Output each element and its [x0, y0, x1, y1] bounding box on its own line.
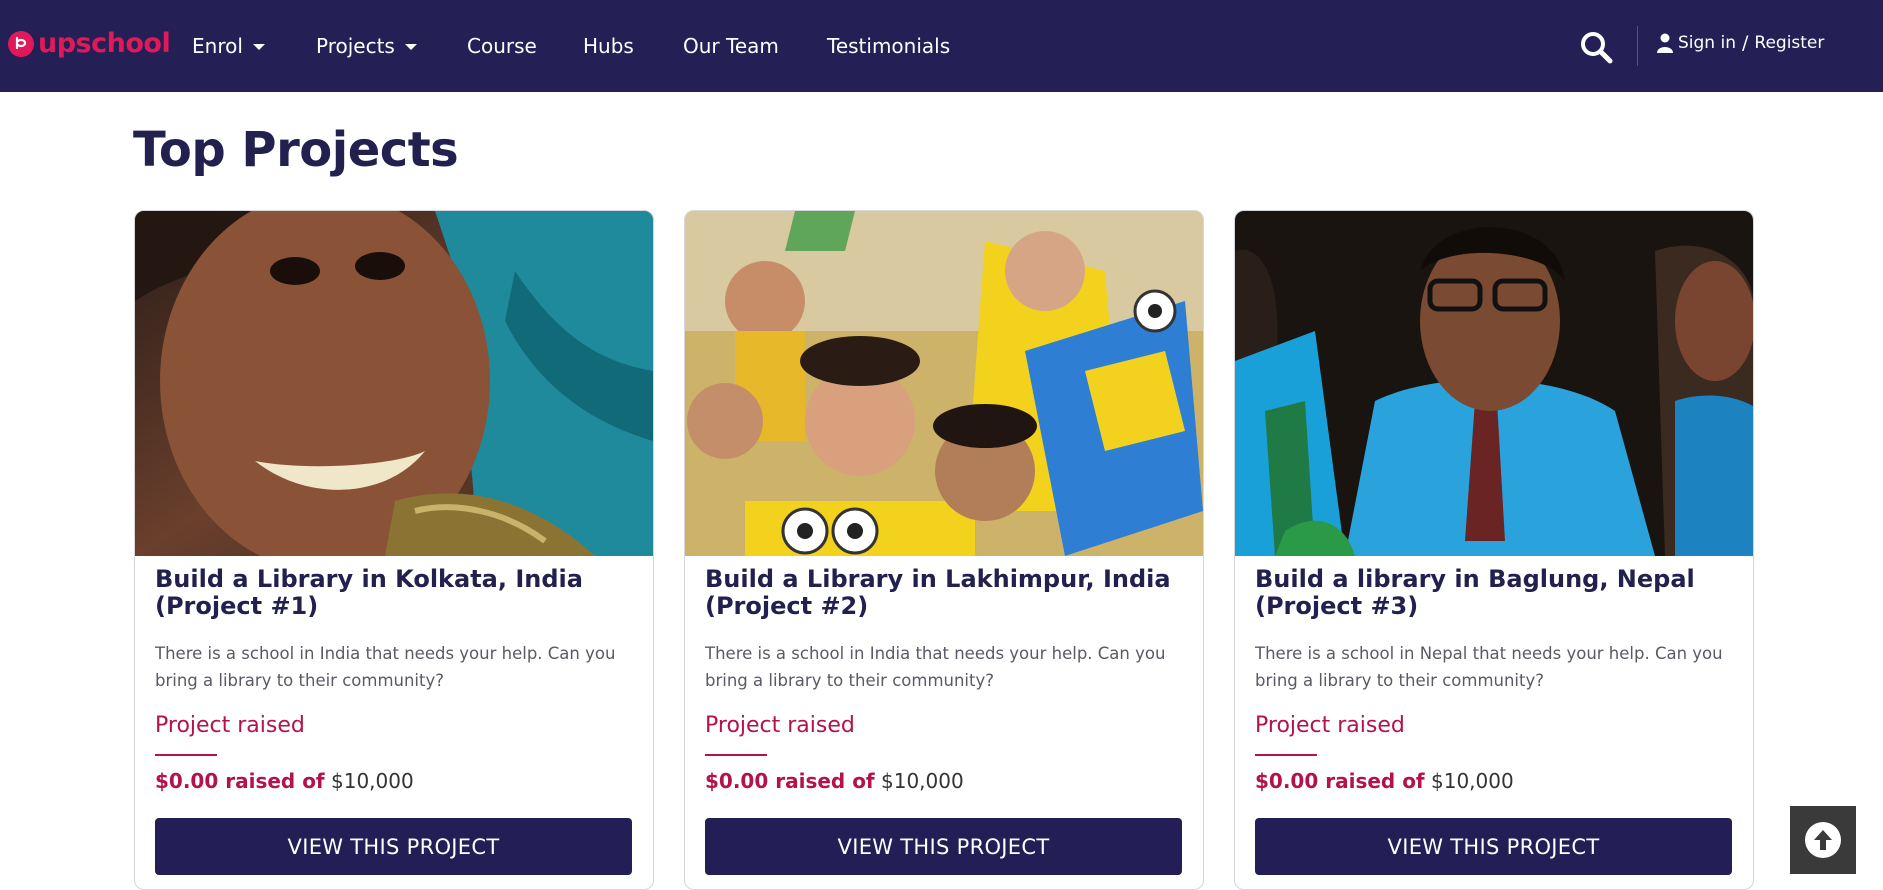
project-description: There is a school in India that needs yo… — [155, 644, 616, 690]
nav-item-enrol[interactable]: Enrol — [192, 34, 265, 58]
goal-value: $10,000 — [1431, 769, 1514, 793]
project-title[interactable]: Build a Library in Lakhimpur, India (Pro… — [705, 566, 1185, 620]
project-title[interactable]: Build a Library in Kolkata, India (Proje… — [155, 566, 635, 620]
auth-separator: / — [1741, 32, 1749, 54]
search-icon[interactable] — [1579, 30, 1613, 64]
nav-item-label: Enrol — [192, 34, 243, 58]
nav-item-label: Testimonials — [827, 34, 951, 58]
goal-value: $10,000 — [881, 769, 964, 793]
project-image — [685, 211, 1203, 556]
logo-text: upschool — [38, 28, 171, 59]
nav-item-label: Hubs — [583, 34, 634, 58]
raised-label: Project raised — [155, 713, 305, 738]
view-project-button[interactable]: VIEW THIS PROJECT — [155, 818, 632, 875]
nav-item-label: Course — [467, 34, 537, 58]
arrow-up-circle-icon — [1803, 820, 1843, 860]
nav-item-testimonials[interactable]: Testimonials — [827, 34, 950, 58]
brand-logo[interactable]: upschool — [8, 28, 171, 59]
logo-mark-icon — [8, 30, 34, 57]
raised-value: $0.00 raised of — [155, 769, 325, 793]
sign-in-link[interactable]: Sign in — [1678, 33, 1736, 53]
project-description: There is a school in Nepal that needs yo… — [1255, 644, 1723, 690]
nav-item-our-team[interactable]: Our Team — [683, 34, 779, 58]
raised-value: $0.00 raised of — [705, 769, 875, 793]
project-image — [135, 211, 653, 556]
page-title: Top Projects — [133, 122, 459, 178]
register-link[interactable]: Register — [1754, 33, 1824, 53]
raised-amount: $0.00 raised of $10,000 — [705, 769, 964, 793]
user-icon — [1657, 33, 1673, 53]
project-card: Build a Library in Lakhimpur, India (Pro… — [684, 210, 1204, 890]
nav-item-projects[interactable]: Projects — [316, 34, 417, 58]
top-navbar: upschool Enrol Projects Course Hubs Our … — [0, 0, 1883, 92]
nav-item-hubs[interactable]: Hubs — [583, 34, 634, 58]
back-to-top-button[interactable] — [1790, 806, 1856, 874]
nav-item-label: Our Team — [683, 34, 779, 58]
raised-underline — [705, 754, 767, 756]
nav-item-course[interactable]: Course — [467, 34, 537, 58]
project-image — [1235, 211, 1753, 556]
raised-amount: $0.00 raised of $10,000 — [155, 769, 414, 793]
project-description: There is a school in India that needs yo… — [705, 644, 1166, 690]
raised-underline — [155, 754, 217, 756]
auth-links: Sign in / Register — [1657, 32, 1824, 54]
project-card: Build a library in Baglung, Nepal (Proje… — [1234, 210, 1754, 890]
raised-label: Project raised — [705, 713, 855, 738]
nav-item-label: Projects — [316, 34, 395, 58]
goal-value: $10,000 — [331, 769, 414, 793]
raised-label: Project raised — [1255, 713, 1405, 738]
caret-down-icon — [252, 44, 265, 50]
raised-underline — [1255, 754, 1317, 756]
project-title[interactable]: Build a library in Baglung, Nepal (Proje… — [1255, 566, 1735, 620]
raised-value: $0.00 raised of — [1255, 769, 1425, 793]
project-card: Build a Library in Kolkata, India (Proje… — [134, 210, 654, 890]
caret-down-icon — [404, 44, 417, 50]
view-project-button[interactable]: VIEW THIS PROJECT — [1255, 818, 1732, 875]
nav-divider — [1637, 26, 1638, 66]
view-project-button[interactable]: VIEW THIS PROJECT — [705, 818, 1182, 875]
raised-amount: $0.00 raised of $10,000 — [1255, 769, 1514, 793]
